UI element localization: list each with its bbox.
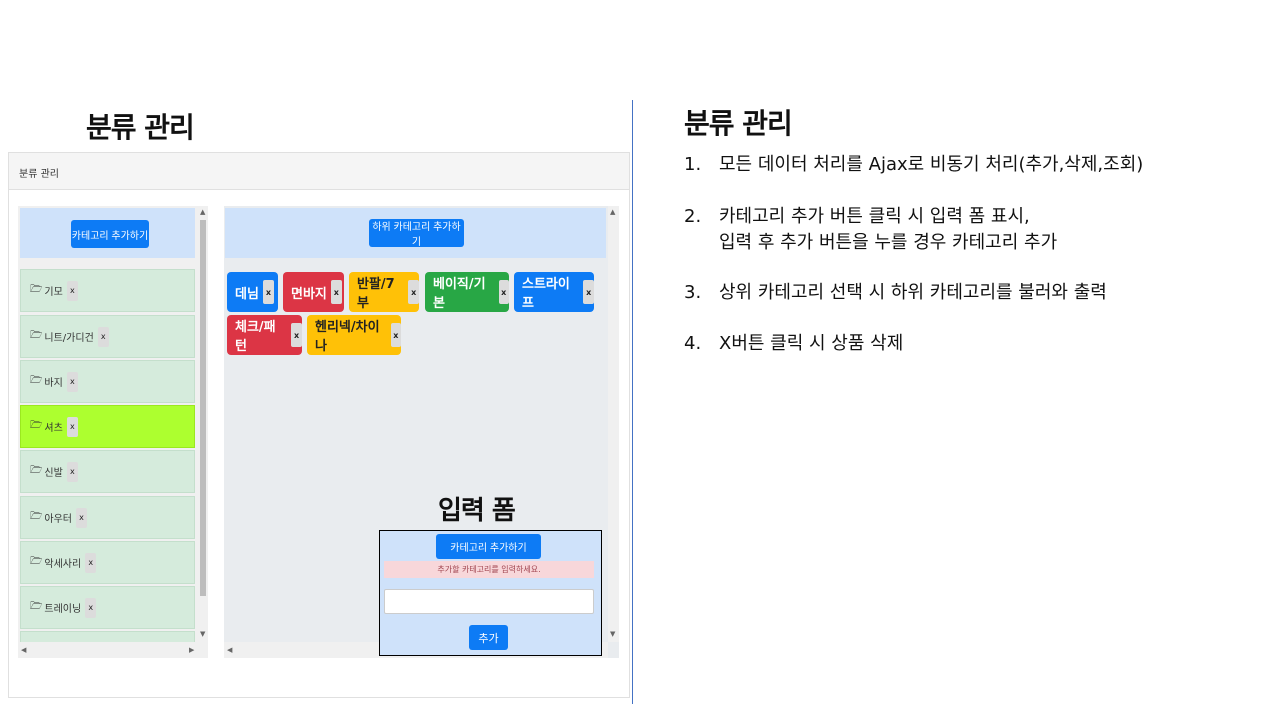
- delete-button[interactable]: x: [498, 280, 509, 304]
- tag-label: 스트라이프: [522, 277, 570, 311]
- input-form: 카테고리 추가하기 추가할 카테고리를 입력하세요. 추가: [379, 530, 602, 656]
- right-title: 분류 관리: [684, 107, 793, 140]
- folder-icon: 🗁: [30, 375, 43, 386]
- delete-button[interactable]: x: [583, 280, 594, 304]
- category-item-0[interactable]: 🗁 기모 x: [20, 269, 195, 312]
- note-number: 3.: [684, 282, 702, 303]
- scroll-down-arrow-icon[interactable]: ▼: [610, 630, 615, 638]
- form-title: 입력 폼: [438, 496, 516, 526]
- category-vertical-scrollbar[interactable]: ▲ ▼: [198, 206, 208, 642]
- category-item-5[interactable]: 🗁 아우터 x: [20, 496, 195, 539]
- delete-button[interactable]: x: [85, 597, 97, 618]
- submit-add-button[interactable]: 추가: [469, 625, 508, 650]
- delete-button[interactable]: x: [66, 371, 78, 392]
- scroll-left-arrow-icon[interactable]: ◀: [21, 646, 26, 654]
- category-label: 셔츠: [44, 423, 63, 434]
- panel-header: 분류 관리: [9, 153, 629, 190]
- category-label: 신발: [44, 468, 63, 479]
- subcategory-tag-4[interactable]: 스트라이프 x: [514, 272, 594, 312]
- tag-label: 데님: [235, 286, 259, 302]
- note-text: 입력 후 추가 버튼을 누를 경우 카테고리 추가: [719, 232, 1058, 253]
- delete-button[interactable]: x: [408, 280, 419, 304]
- tag-label: 헨리넥/차이나: [315, 320, 380, 354]
- subcategory-vertical-scrollbar[interactable]: ▲ ▼: [608, 206, 619, 642]
- tag-label: 체크/패턴: [235, 320, 276, 354]
- note-text: X버튼 클릭 시 상품 삭제: [719, 333, 904, 354]
- category-list: 카테고리 추가하기 🗁 기모 x 🗁 니트/가디건 x 🗁 바지 x 🗁 셔츠 …: [18, 206, 208, 658]
- scroll-down-arrow-icon[interactable]: ▼: [200, 630, 205, 638]
- form-alert: 추가할 카테고리를 입력하세요.: [384, 561, 594, 578]
- delete-button[interactable]: x: [76, 507, 88, 528]
- folder-icon: 🗁: [30, 556, 43, 567]
- category-horizontal-scrollbar[interactable]: ◀ ▶: [18, 642, 198, 658]
- note-text: 모든 데이터 처리를 Ajax로 비동기 처리(추가,삭제,조회): [719, 154, 1144, 175]
- tag-label: 면바지: [291, 286, 327, 302]
- delete-button[interactable]: x: [262, 280, 274, 304]
- delete-button[interactable]: x: [390, 323, 401, 347]
- category-label: 트레이닝: [44, 604, 82, 615]
- category-label: 악세사리: [44, 559, 82, 570]
- subcategory-tag-0[interactable]: 데님 x: [227, 272, 278, 312]
- subcategory-header: 하위 카테고리 추가하기: [225, 208, 606, 258]
- category-label: 기모: [44, 287, 63, 298]
- divider: [632, 100, 633, 704]
- add-category-button[interactable]: 카테고리 추가하기: [71, 220, 149, 248]
- scroll-right-arrow-icon[interactable]: ▶: [189, 646, 194, 654]
- tag-label: 반팔/7부: [357, 277, 395, 311]
- delete-button[interactable]: x: [330, 280, 342, 304]
- category-label: 아우터: [44, 514, 73, 525]
- category-item-6[interactable]: 🗁 악세사리 x: [20, 541, 195, 584]
- note-text: 카테고리 추가 버튼 클릭 시 입력 폼 표시,: [719, 206, 1030, 227]
- category-name-input[interactable]: [384, 589, 594, 614]
- subcategory-tag-6[interactable]: 헨리넥/차이나 x: [307, 315, 401, 355]
- form-category-add-button[interactable]: 카테고리 추가하기: [436, 534, 541, 559]
- folder-icon: 🗁: [30, 601, 43, 612]
- delete-button[interactable]: x: [66, 461, 78, 482]
- scroll-left-arrow-icon[interactable]: ◀: [227, 646, 232, 654]
- folder-icon: 🗁: [30, 284, 43, 295]
- note-number: 1.: [684, 154, 702, 175]
- folder-icon: 🗁: [30, 511, 43, 522]
- note-number: 2.: [684, 206, 702, 227]
- category-list-header: 카테고리 추가하기: [20, 208, 195, 258]
- scroll-up-arrow-icon[interactable]: ▲: [610, 208, 615, 216]
- tag-label: 베이직/기본: [433, 277, 486, 311]
- folder-icon: 🗁: [30, 330, 43, 341]
- add-subcategory-button[interactable]: 하위 카테고리 추가하기: [369, 219, 464, 248]
- subcategory-tag-5[interactable]: 체크/패턴 x: [227, 315, 302, 355]
- delete-button[interactable]: x: [66, 280, 78, 301]
- category-item-1[interactable]: 🗁 니트/가디건 x: [20, 315, 195, 358]
- note-number: 4.: [684, 333, 702, 354]
- folder-icon: 🗁: [30, 420, 43, 431]
- scroll-up-arrow-icon[interactable]: ▲: [200, 208, 205, 216]
- subcategory-tag-1[interactable]: 면바지 x: [283, 272, 344, 312]
- scrollbar-thumb[interactable]: [200, 220, 206, 596]
- category-item-7[interactable]: 🗁 트레이닝 x: [20, 586, 195, 629]
- category-item-3[interactable]: 🗁 셔츠 x: [20, 405, 195, 448]
- left-title: 분류 관리: [86, 111, 195, 144]
- category-label: 바지: [44, 378, 63, 389]
- delete-button[interactable]: x: [66, 416, 78, 437]
- category-item-4[interactable]: 🗁 신발 x: [20, 450, 195, 493]
- subcategory-tag-2[interactable]: 반팔/7부 x: [349, 272, 419, 312]
- folder-icon: 🗁: [30, 465, 43, 476]
- category-item-2[interactable]: 🗁 바지 x: [20, 360, 195, 403]
- category-label: 니트/가디건: [44, 333, 94, 344]
- subcategory-tag-3[interactable]: 베이직/기본 x: [425, 272, 509, 312]
- delete-button[interactable]: x: [291, 323, 302, 347]
- delete-button[interactable]: x: [97, 326, 109, 347]
- delete-button[interactable]: x: [85, 552, 97, 573]
- note-text: 상위 카테고리 선택 시 하위 카테고리를 불러와 출력: [719, 282, 1107, 303]
